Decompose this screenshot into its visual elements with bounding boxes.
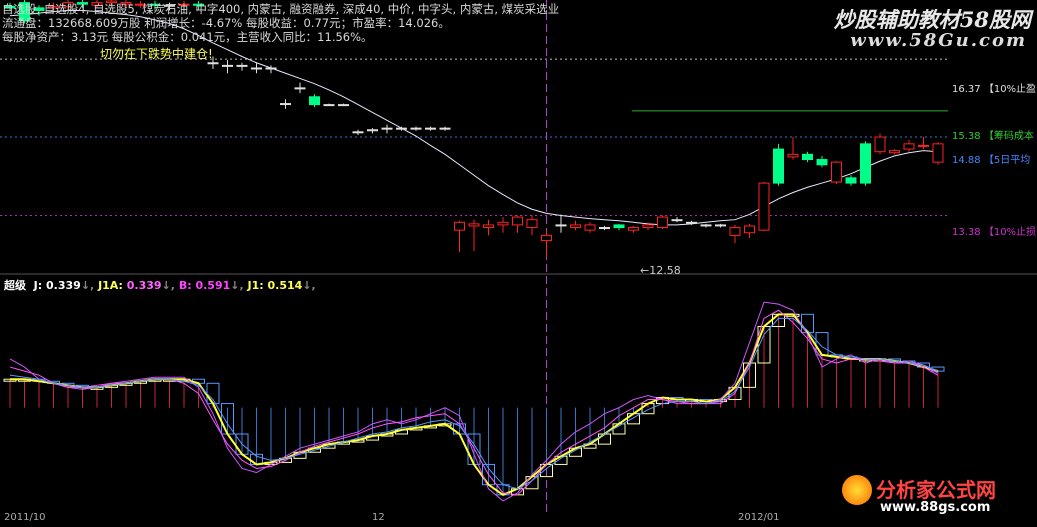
low-price-value: 12.58 (649, 264, 681, 277)
candle-body (352, 131, 364, 134)
candle-body (918, 144, 929, 147)
candle-body (613, 224, 625, 229)
candle-body (294, 87, 306, 90)
candle-body (541, 234, 552, 242)
candle-body (729, 227, 741, 236)
level-5day-avg: 14.88 【5日平均 (952, 151, 1030, 166)
candle-body (599, 227, 610, 230)
b-label: B: (178, 279, 192, 292)
j1-value: 0.514 (267, 279, 303, 292)
candle-body (468, 223, 480, 227)
indicator-name: 超级 (4, 279, 26, 292)
candle-body (265, 67, 277, 70)
level-label: 【5日平均 (983, 155, 1031, 166)
level-label: 【筹码成本 (983, 131, 1034, 142)
indicator-box (801, 313, 814, 334)
candle-body (309, 96, 320, 106)
candle-body (222, 64, 233, 67)
candle-body (874, 136, 886, 153)
logo-ball-icon (842, 475, 872, 505)
candle-body (773, 148, 784, 184)
candle-body (816, 159, 828, 166)
candle-body (628, 227, 639, 231)
candle-body (425, 127, 436, 130)
level-stop-loss: 13.38 【10%止损 (952, 223, 1036, 238)
candle-body (889, 150, 900, 154)
candle-body (410, 127, 422, 130)
candle-body (903, 143, 915, 150)
level-label: 【10%止损 (983, 227, 1037, 238)
candle-body (497, 221, 509, 226)
candle-body (671, 219, 683, 222)
watermark-bottom-url: www.88gs.com (880, 500, 991, 515)
candle-body (454, 221, 465, 231)
indicator-line-j1a (9, 301, 939, 502)
indicator-box (598, 433, 611, 445)
indicator-box (206, 382, 220, 405)
candle-body (236, 64, 248, 67)
info-sectors: 自选股, 自选股4, 自选股5, 煤炭石油, 中字400, 内蒙古, 融资融券,… (2, 2, 560, 16)
candle-body (860, 143, 871, 184)
indicator-line-b (9, 309, 939, 496)
candle-body (657, 216, 668, 229)
candle-body (483, 224, 494, 229)
j1-label: J1: (247, 279, 264, 292)
candle-body (526, 219, 538, 229)
watermark-url: www.58Gu.com (850, 30, 1027, 51)
info-per-share: 每股净资产：3.13元 每股公积金：0.041元，主营收入同比：11.56%。 (2, 30, 373, 44)
j1a-value: 0.339 (126, 279, 162, 292)
candle-body (381, 127, 393, 130)
x-tick: 12 (372, 512, 385, 523)
level-value: 14.88 (952, 155, 981, 166)
candle-body (700, 224, 712, 227)
candle-body (280, 103, 291, 106)
info-financials: 流通盘：132668.609万股 利润增长：-4.67% 每股收益：0.77元；… (2, 16, 450, 30)
candle-body (396, 127, 407, 130)
indicator-legend: 超级 J: 0.339↓, J1A: 0.339↓, B: 0.591↓, J1… (4, 279, 316, 292)
low-price-marker: ←12.58 (640, 264, 681, 277)
warning-text: 切勿在下跌势中建仓! (100, 47, 213, 61)
level-value: 15.38 (952, 131, 981, 142)
indicator-box (815, 332, 829, 356)
candle-body (686, 221, 697, 224)
candle-body (715, 224, 726, 227)
candle-body (744, 225, 755, 234)
candle-body (439, 127, 451, 130)
level-label: 【10%止盈 (983, 84, 1037, 95)
candle-body (845, 177, 857, 184)
stock-chart-window: { "info": { "line1": "自选股, 自选股4, 自选股5, 煤… (0, 0, 1037, 527)
candle-body (338, 104, 349, 107)
j-value: 0.339 (46, 279, 81, 292)
indicator-line-j (10, 313, 939, 496)
candle-body (570, 224, 581, 229)
watermark-bottom-title: 分析家公式网 (876, 478, 996, 502)
candle-body (555, 224, 567, 227)
price-and-indicator-chart[interactable] (0, 0, 1037, 527)
level-cost: 15.38 【筹码成本 (952, 127, 1034, 142)
candle-body (323, 104, 335, 107)
j-label: J: (33, 279, 43, 292)
x-tick: 2011/10 (4, 512, 46, 523)
level-value: 16.37 (952, 84, 981, 95)
candle-body (831, 161, 842, 183)
x-tick: 2012/01 (738, 512, 780, 523)
candle-body (512, 216, 523, 226)
candle-body (642, 224, 654, 229)
level-take-profit: 16.37 【10%止盈 (952, 80, 1036, 95)
candle-body (207, 62, 219, 65)
b-value: 0.591 (195, 279, 231, 292)
level-value: 13.38 (952, 227, 981, 238)
candle-body (584, 224, 596, 231)
candle-body (932, 143, 944, 163)
candle-body (251, 67, 262, 70)
candle-body (802, 153, 813, 161)
candle-body (787, 153, 799, 158)
j1a-label: J1A: (98, 279, 123, 292)
candle-body (758, 182, 770, 231)
